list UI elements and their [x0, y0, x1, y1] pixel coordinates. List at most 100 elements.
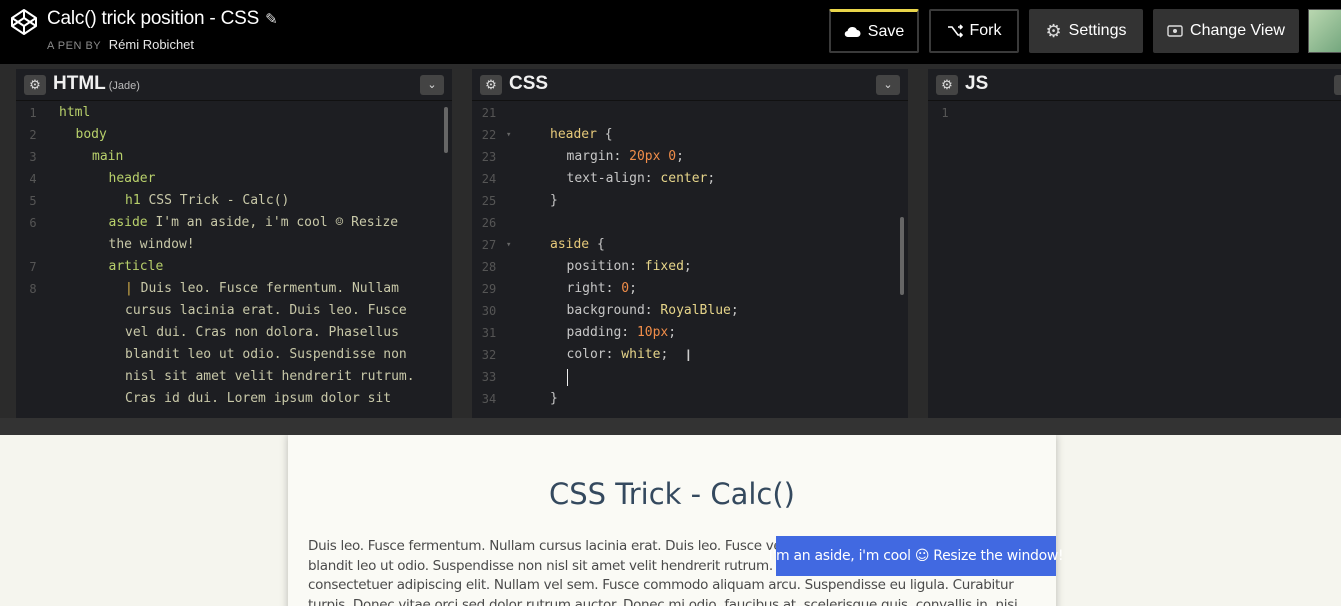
code-token: center — [660, 171, 708, 186]
line-number: 23 — [481, 150, 497, 164]
code-token: Cras id dui. Lorem ipsum dolor sit — [125, 391, 392, 406]
by-label: A PEN BY — [47, 40, 102, 52]
js-panel-title: JS — [965, 73, 989, 94]
editor-area: ⚙ HTML (Jade) ⌄ 1 html 2 body 3 main 4 header 5 h1… — [0, 64, 1341, 418]
line-number: 28 — [481, 260, 497, 274]
code-token: blandit leo ut odio. Suspendisse non — [125, 347, 407, 362]
line-number: 32 — [481, 348, 497, 362]
code-token: background: — [566, 303, 661, 318]
code-token: ; — [676, 149, 684, 164]
code-token: { — [589, 237, 605, 252]
line-number: 24 — [481, 172, 497, 186]
code-token: CSS Trick - Calc() — [140, 193, 290, 208]
code-line: body — [76, 127, 107, 142]
code-token: ; — [668, 325, 677, 340]
change-view-button[interactable]: Change View — [1153, 9, 1299, 53]
resize-divider[interactable] — [0, 418, 1341, 435]
code-token: header — [550, 127, 597, 142]
html-preprocessor-label: (Jade) — [108, 80, 140, 92]
html-panel-header: ⚙ HTML (Jade) ⌄ — [16, 69, 452, 101]
code-token: 0 — [621, 281, 630, 296]
code-token: article — [108, 259, 164, 274]
code-line: blandit leo ut odio. Suspendisse non — [125, 347, 407, 362]
js-panel-header: ⚙ JS ⌄ — [928, 69, 1341, 101]
code-token: Duis leo. Fusce fermentum. Nullam — [132, 281, 399, 296]
line-number: 2 — [29, 128, 37, 142]
codepen-logo-icon[interactable] — [10, 8, 38, 36]
code-line: h1 CSS Trick - Calc() — [125, 193, 289, 208]
code-token: ; — [683, 259, 692, 274]
js-code-editor[interactable]: 1 — [928, 102, 1341, 418]
code-token: margin: — [566, 149, 630, 164]
pen-title[interactable]: Calc() trick position - CSS ✎ — [47, 8, 278, 30]
code-line: aside I'm an aside, i'm cool ☺ Resize — [109, 215, 399, 230]
author-link[interactable]: Rémi Robichet — [109, 37, 194, 52]
line-number: 6 — [29, 216, 37, 230]
css-panel-header: ⚙ CSS ⌄ — [472, 69, 908, 101]
code-token: ; — [707, 171, 716, 186]
preview-main: CSS Trick - Calc() Duis leo. Fusce ferme… — [288, 435, 1056, 606]
save-button[interactable]: Save — [829, 9, 919, 53]
code-line: right: 0; — [567, 281, 637, 296]
js-editor-panel[interactable]: ⚙ JS ⌄ 1 — [928, 69, 1341, 418]
fold-toggle-icon[interactable]: ▾ — [506, 130, 511, 140]
code-line: the window! — [109, 237, 195, 252]
code-line: aside { — [550, 237, 605, 252]
code-token: 10px — [636, 325, 669, 340]
line-number: 1 — [29, 106, 37, 120]
code-token: main — [92, 149, 124, 164]
css-panel-chevron-down-icon[interactable]: ⌄ — [876, 75, 900, 95]
code-token: white — [621, 347, 661, 362]
settings-button[interactable]: ⚙ Settings — [1029, 9, 1143, 53]
line-number: 30 — [481, 304, 497, 318]
html-scrollbar[interactable] — [444, 107, 448, 153]
code-line: background: RoyalBlue; — [567, 303, 739, 318]
line-number: 33 — [481, 370, 497, 384]
html-code-editor[interactable]: 1 html 2 body 3 main 4 header 5 h1 CSS Trick - Ca… — [16, 102, 452, 418]
code-line: } — [550, 193, 558, 208]
code-token: right: — [566, 281, 622, 296]
css-settings-gear-icon[interactable]: ⚙ — [480, 75, 502, 95]
pencil-icon[interactable]: ✎ — [265, 10, 278, 28]
html-panel-title: HTML (Jade) — [53, 73, 140, 95]
code-line: article — [109, 259, 164, 274]
code-token: ; — [660, 347, 669, 362]
avatar[interactable] — [1308, 9, 1341, 53]
code-token: | — [125, 281, 133, 296]
css-code-editor[interactable]: 21 22 ▾ header {23 margin: 20px 0; 24 text-ali… — [472, 102, 908, 418]
line-number: 1 — [941, 106, 949, 120]
code-token: } — [550, 193, 558, 208]
code-line: vel dui. Cras non dolora. Phasellus — [125, 325, 399, 340]
css-editor-panel[interactable]: ⚙ CSS ⌄ 21 22 ▾ header {23 margin: 20px 0; 24… — [472, 69, 908, 418]
save-label: Save — [867, 22, 905, 40]
fork-button[interactable]: Fork — [929, 9, 1019, 53]
js-settings-gear-icon[interactable]: ⚙ — [936, 75, 958, 95]
code-line: header { — [550, 127, 613, 142]
top-bar: Calc() trick position - CSS ✎ A PEN BY Ré… — [0, 0, 1341, 64]
code-line: } — [550, 391, 558, 406]
html-editor-panel[interactable]: ⚙ HTML (Jade) ⌄ 1 html 2 body 3 main 4 header 5 h1… — [16, 69, 452, 418]
gear-icon: ⚙ — [1045, 20, 1062, 41]
preview-aside: I'm an aside, i'm cool ☺ Resize the wind… — [769, 536, 1064, 576]
code-token: body — [75, 127, 107, 142]
html-panel-chevron-down-icon[interactable]: ⌄ — [420, 75, 444, 95]
html-settings-gear-icon[interactable]: ⚙ — [24, 75, 46, 95]
byline: A PEN BY Rémi Robichet — [47, 37, 194, 52]
js-panel-chevron-down-icon[interactable]: ⌄ — [1334, 75, 1341, 95]
pen-title-text[interactable]: Calc() trick position - CSS — [47, 8, 259, 29]
fold-toggle-icon[interactable]: ▾ — [506, 240, 511, 250]
css-scrollbar[interactable] — [900, 217, 904, 295]
line-number: 21 — [481, 106, 497, 120]
code-line: | Duis leo. Fusce fermentum. Nullam — [125, 281, 399, 296]
css-panel-title: CSS — [509, 73, 549, 94]
line-number: 5 — [29, 194, 37, 208]
line-number: 8 — [29, 282, 37, 296]
code-token: aside — [108, 215, 148, 230]
ibeam-cursor-icon: I — [686, 346, 691, 365]
line-number: 29 — [481, 282, 497, 296]
line-number: 25 — [481, 194, 497, 208]
code-line: html — [59, 105, 90, 120]
code-token: cursus lacinia erat. Duis leo. Fusce — [125, 303, 407, 318]
code-line: nisl sit amet velit hendrerit rutrum. — [125, 369, 415, 384]
preview-pane[interactable]: CSS Trick - Calc() Duis leo. Fusce ferme… — [0, 435, 1341, 606]
